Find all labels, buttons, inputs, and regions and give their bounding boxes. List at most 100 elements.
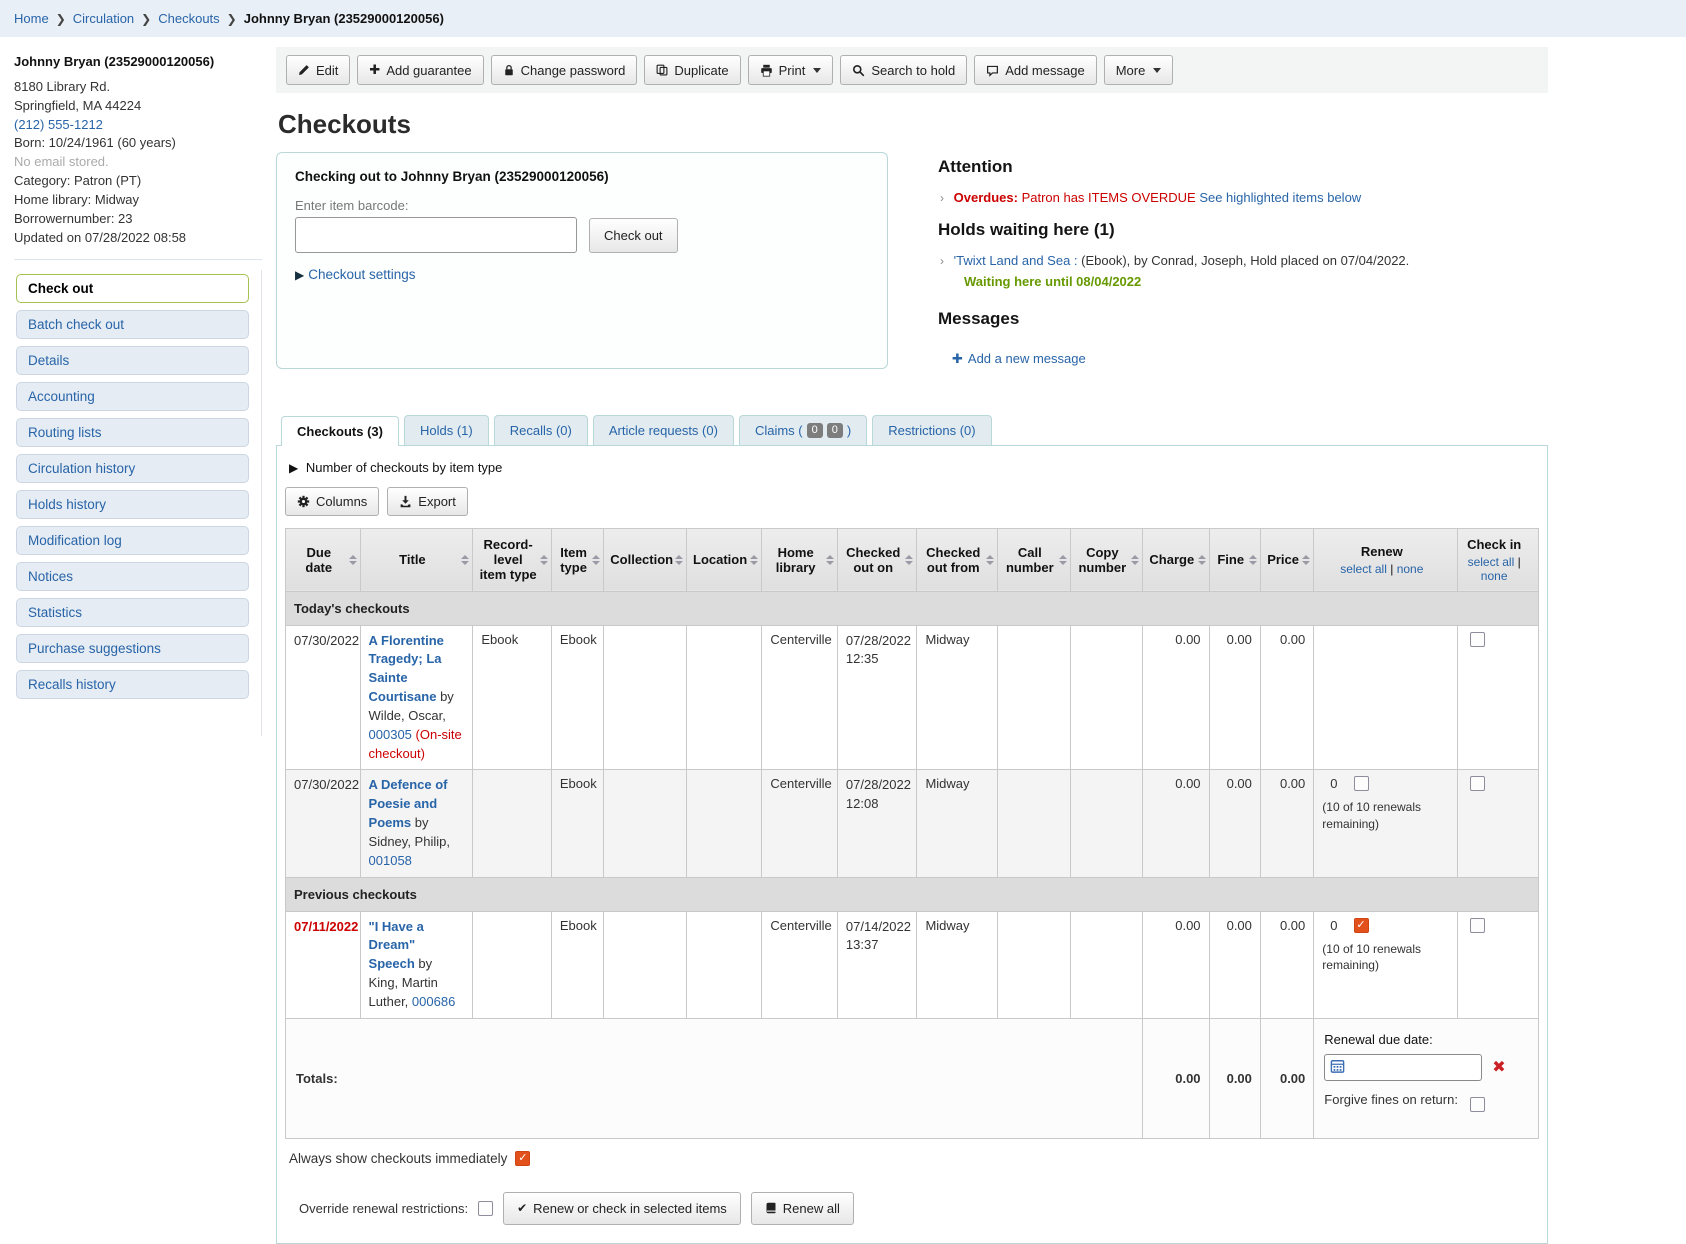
plus-icon: ✚ (369, 62, 380, 78)
renew-select-none-link[interactable]: none (1397, 562, 1424, 576)
clear-date-icon[interactable]: ✖ (1492, 1060, 1505, 1076)
sidebar-menu: Check out Batch check out Details Accoun… (14, 270, 262, 736)
add-guarantee-button[interactable]: ✚ Add guarantee (357, 55, 483, 85)
search-to-hold-button[interactable]: Search to hold (840, 55, 967, 85)
columns-button[interactable]: Columns (285, 487, 379, 516)
hold-title-link[interactable]: 'Twixt Land and Sea : (954, 253, 1078, 268)
barcode-link[interactable]: 000686 (412, 994, 455, 1009)
sidebar-item-circulation-history[interactable]: Circulation history (16, 454, 249, 483)
tab-checkouts[interactable]: Checkouts (3) (281, 416, 399, 446)
renewal-due-date-input[interactable] (1324, 1054, 1482, 1081)
sort-icon (349, 555, 357, 565)
barcode-link[interactable]: 000305 (369, 727, 412, 742)
home-library-cell: Centerville (762, 770, 838, 877)
col-header-call-number[interactable]: Call number (998, 528, 1071, 591)
sidebar-item-batch-check-out[interactable]: Batch check out (16, 310, 249, 339)
col-header-home-library[interactable]: Home library (762, 528, 838, 591)
renew-select-all-link[interactable]: select all (1340, 562, 1387, 576)
col-header-checked-out-from[interactable]: Checked out from (917, 528, 998, 591)
check-in-checkbox[interactable] (1470, 918, 1485, 933)
change-password-button[interactable]: Change password (491, 55, 638, 85)
tab-restrictions[interactable]: Restrictions (0) (872, 415, 991, 445)
col-header-due-date[interactable]: Due date (286, 528, 361, 591)
sidebar-item-holds-history[interactable]: Holds history (16, 490, 249, 519)
chevron-down-icon (813, 68, 821, 73)
copy-number-cell (1070, 625, 1143, 770)
col-header-checked-out-on[interactable]: Checked out on (837, 528, 917, 591)
breadcrumb-separator: ❯ (141, 12, 151, 26)
checking-out-legend: Checking out to Johnny Bryan (2352900012… (295, 169, 869, 184)
forgive-fines-checkbox[interactable] (1470, 1097, 1485, 1112)
calendar-icon (1330, 1059, 1345, 1076)
renewals-remaining-note: (10 of 10 renewals remaining) (1322, 799, 1449, 831)
renew-checkbox[interactable] (1354, 776, 1369, 791)
title-link[interactable]: A Florentine Tragedy; La Sainte Courtisa… (369, 633, 444, 705)
print-button[interactable]: Print (748, 55, 834, 85)
claims-badge: 0 (807, 423, 823, 438)
sort-icon (905, 555, 913, 565)
patron-phone-link[interactable]: (212) 555-1212 (14, 117, 103, 132)
patron-birthdate: Born: 10/24/1961 (60 years) (14, 134, 262, 153)
title-link[interactable]: A Defence of Poesie and Poems (369, 777, 448, 830)
col-header-title[interactable]: Title (360, 528, 473, 591)
add-message-button[interactable]: Add message (974, 55, 1097, 85)
duplicate-button[interactable]: Duplicate (644, 55, 740, 85)
claims-badge: 0 (827, 423, 843, 438)
col-header-record-item-type[interactable]: Record-level item type (473, 528, 552, 591)
col-header-charge[interactable]: Charge (1143, 528, 1209, 591)
sidebar-item-accounting[interactable]: Accounting (16, 382, 249, 411)
renew-all-button[interactable]: Renew all (751, 1192, 854, 1225)
check-out-button[interactable]: Check out (589, 218, 678, 253)
breadcrumb-link-home[interactable]: Home (14, 11, 49, 26)
add-new-message-link[interactable]: ✚ Add a new message (952, 349, 1086, 369)
collection-cell (604, 625, 687, 770)
item-type-cell: Ebook (551, 770, 603, 877)
sort-icon (826, 555, 834, 565)
tab-recalls[interactable]: Recalls (0) (494, 415, 588, 445)
title-link[interactable]: "I Have a Dream" Speech (369, 919, 424, 972)
override-renewal-checkbox[interactable] (478, 1201, 493, 1216)
sidebar-item-modification-log[interactable]: Modification log (16, 526, 249, 555)
record-item-type-cell (473, 911, 552, 1018)
totals-row: Totals: 0.00 0.00 0.00 Renewal due date:… (286, 1018, 1539, 1138)
checkin-select-none-link[interactable]: none (1481, 569, 1508, 583)
check-in-checkbox[interactable] (1470, 776, 1485, 791)
check-in-checkbox[interactable] (1470, 632, 1485, 647)
sidebar-item-purchase-suggestions[interactable]: Purchase suggestions (16, 634, 249, 663)
edit-button[interactable]: Edit (286, 55, 350, 85)
totals-price: 0.00 (1260, 1018, 1313, 1138)
sidebar-item-statistics[interactable]: Statistics (16, 598, 249, 627)
barcode-link[interactable]: 001058 (369, 853, 412, 868)
breadcrumb-link-checkouts[interactable]: Checkouts (158, 11, 219, 26)
sidebar-item-recalls-history[interactable]: Recalls history (16, 670, 249, 699)
col-header-copy-number[interactable]: Copy number (1070, 528, 1143, 591)
renew-count: 0 (1330, 776, 1337, 791)
checkout-settings-link[interactable]: Checkout settings (308, 267, 415, 282)
sidebar-item-notices[interactable]: Notices (16, 562, 249, 591)
sort-icon (986, 555, 994, 565)
overdues-see-items-link[interactable]: See highlighted items below (1199, 190, 1361, 205)
itemtype-toggle[interactable]: ▶ Number of checkouts by item type (289, 460, 1539, 475)
sidebar-item-details[interactable]: Details (16, 346, 249, 375)
renew-checkbox[interactable] (1354, 918, 1369, 933)
patron-category: Category: Patron (PT) (14, 172, 262, 191)
always-show-checkbox[interactable] (515, 1151, 530, 1166)
col-header-item-type[interactable]: Item type (551, 528, 603, 591)
patron-name: Johnny Bryan (23529000120056) (14, 53, 262, 72)
export-button[interactable]: Export (387, 487, 468, 516)
tab-article-requests[interactable]: Article requests (0) (593, 415, 734, 445)
checkin-select-all-link[interactable]: select all (1468, 555, 1515, 569)
col-header-location[interactable]: Location (686, 528, 762, 591)
breadcrumb-link-circulation[interactable]: Circulation (73, 11, 134, 26)
sidebar-item-routing-lists[interactable]: Routing lists (16, 418, 249, 447)
col-header-fine[interactable]: Fine (1209, 528, 1260, 591)
overdues-label: Overdues: (954, 190, 1018, 205)
col-header-collection[interactable]: Collection (604, 528, 687, 591)
more-button[interactable]: More (1104, 55, 1174, 85)
tab-claims[interactable]: Claims ( 0 0 ) (739, 415, 867, 445)
tab-holds[interactable]: Holds (1) (404, 415, 489, 445)
renew-selected-button[interactable]: ✔ Renew or check in selected items (503, 1192, 741, 1225)
sidebar-item-check-out[interactable]: Check out (16, 274, 249, 303)
col-header-price[interactable]: Price (1260, 528, 1313, 591)
barcode-input[interactable] (295, 217, 577, 253)
